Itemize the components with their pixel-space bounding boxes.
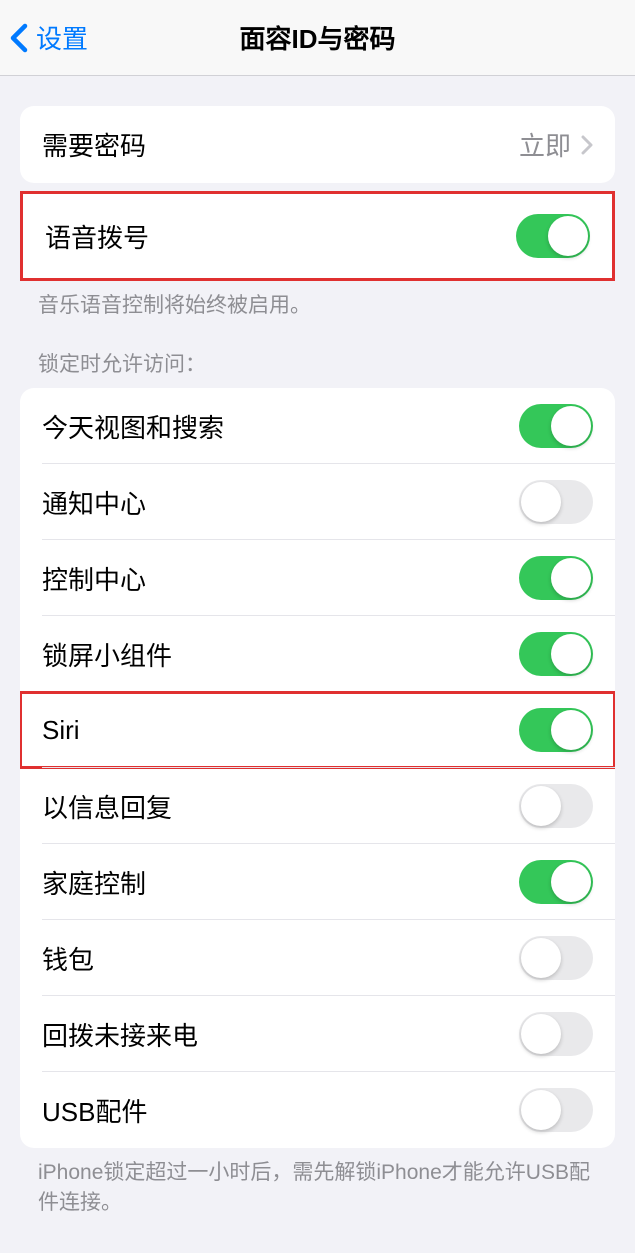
lock-access-toggle[interactable] [519,1088,593,1132]
lock-access-row: 今天视图和搜索 [20,388,615,464]
navigation-bar: 设置 面容ID与密码 [0,0,635,76]
toggle-knob [551,862,591,902]
back-button[interactable]: 设置 [0,19,88,56]
lock-access-toggle[interactable] [519,480,593,524]
lock-access-row: 家庭控制 [20,844,615,920]
lock-access-header: 锁定时允许访问： [0,320,635,388]
lock-access-row: 控制中心 [20,540,615,616]
toggle-knob [551,406,591,446]
require-passcode-value: 立即 [519,126,571,163]
lock-access-item-label: 通知中心 [42,484,146,521]
require-passcode-section: 需要密码 立即 [20,106,615,183]
lock-access-row: Siri [20,692,615,768]
lock-access-item-label: USB配件 [42,1092,147,1129]
lock-access-toggle[interactable] [519,632,593,676]
toggle-knob [551,710,591,750]
voice-dial-section: 语音拨号 [20,191,615,281]
lock-access-item-label: 控制中心 [42,560,146,597]
lock-access-item-label: 锁屏小组件 [42,636,172,673]
voice-dial-toggle[interactable] [516,214,590,258]
lock-access-item-label: 以信息回复 [42,788,172,825]
chevron-left-icon [10,23,28,53]
page-title: 面容ID与密码 [239,19,395,56]
chevron-right-icon [581,135,593,155]
lock-access-toggle[interactable] [519,1012,593,1056]
toggle-knob [521,1090,561,1130]
toggle-knob [551,558,591,598]
toggle-knob [521,1014,561,1054]
lock-access-row: 以信息回复 [20,768,615,844]
toggle-knob [521,482,561,522]
lock-access-row: 锁屏小组件 [20,616,615,692]
lock-access-toggle[interactable] [519,936,593,980]
lock-access-row: 钱包 [20,920,615,996]
voice-dial-row: 语音拨号 [23,194,612,278]
lock-access-footer: iPhone锁定超过一小时后，需先解锁iPhone才能允许USB配件连接。 [0,1148,635,1217]
lock-access-row: 通知中心 [20,464,615,540]
toggle-knob [551,634,591,674]
voice-dial-footer: 音乐语音控制将始终被启用。 [0,281,635,320]
toggle-knob [548,216,588,256]
lock-access-toggle[interactable] [519,860,593,904]
toggle-knob [521,786,561,826]
lock-access-item-label: 家庭控制 [42,864,146,901]
lock-access-toggle[interactable] [519,708,593,752]
lock-access-toggle[interactable] [519,784,593,828]
lock-access-row: USB配件 [20,1072,615,1148]
toggle-knob [521,938,561,978]
lock-access-toggle[interactable] [519,556,593,600]
voice-dial-label: 语音拨号 [45,218,149,255]
back-label: 设置 [36,19,88,56]
lock-access-toggle[interactable] [519,404,593,448]
lock-access-item-label: 回拨未接来电 [42,1016,198,1053]
require-passcode-label: 需要密码 [42,126,146,163]
require-passcode-row[interactable]: 需要密码 立即 [20,106,615,183]
lock-access-item-label: Siri [42,715,80,746]
lock-access-item-label: 钱包 [42,940,94,977]
lock-access-item-label: 今天视图和搜索 [42,408,224,445]
lock-access-row: 回拨未接来电 [20,996,615,1072]
lock-access-list: 今天视图和搜索通知中心控制中心锁屏小组件 Siri 以信息回复家庭控制钱包回拨未接来… [20,388,615,1148]
